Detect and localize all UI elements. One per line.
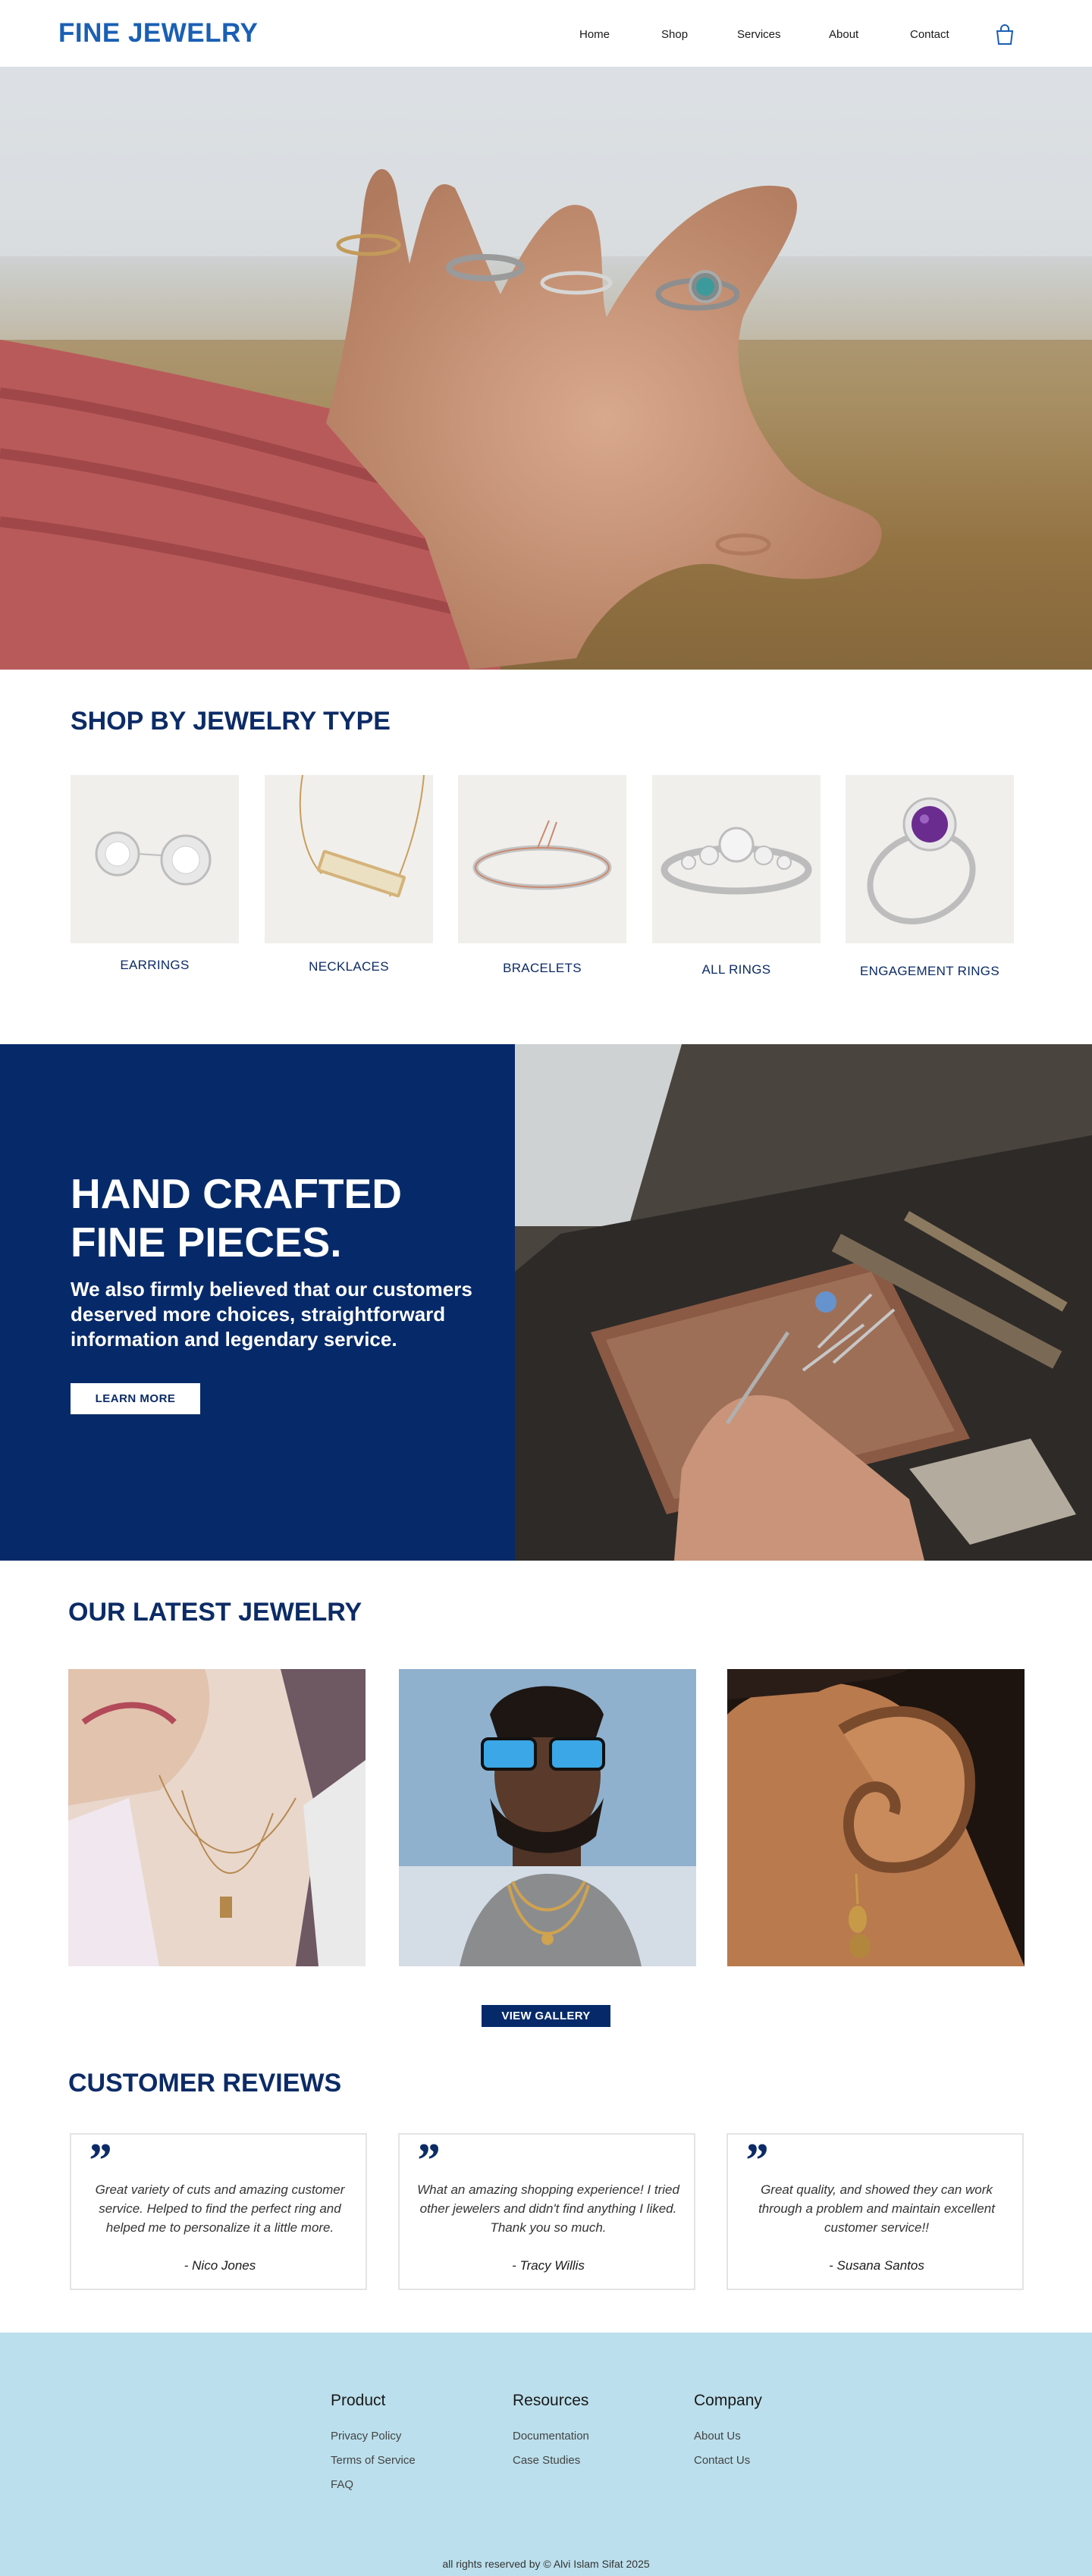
hand-crafted-heading: HAND CRAFTED FINE PIECES. (71, 1169, 402, 1266)
footer-column-resources: Resources Documentation Case Studies (513, 2392, 589, 2478)
review-text: What an amazing shopping experience! I t… (417, 2182, 679, 2235)
brand-logo[interactable]: FINE JEWELRY (58, 18, 258, 49)
type-label-earrings[interactable]: EARRINGS (71, 958, 239, 973)
footer-link-contact-us[interactable]: Contact Us (694, 2454, 762, 2467)
top-navbar: FINE JEWELRY Home Shop Services About Co… (0, 0, 1092, 67)
review-text: Great variety of cuts and amazing custom… (95, 2182, 345, 2235)
type-label-bracelets[interactable]: BRACELETS (458, 961, 626, 976)
footer-link-terms-of-service[interactable]: Terms of Service (331, 2454, 416, 2467)
review-card: ” Great variety of cuts and amazing cust… (70, 2133, 367, 2290)
footer-link-faq[interactable]: FAQ (331, 2478, 416, 2491)
earrings-image[interactable] (71, 775, 239, 943)
footer-link-case-studies[interactable]: Case Studies (513, 2454, 589, 2467)
footer-heading-company: Company (694, 2392, 762, 2409)
latest-earring-image[interactable] (727, 1669, 1025, 1966)
type-label-necklaces[interactable]: NECKLACES (265, 959, 433, 974)
view-gallery-button[interactable]: VIEW GALLERY (482, 2005, 610, 2027)
footer-heading-product: Product (331, 2392, 386, 2409)
footer-column-product: Product Privacy Policy Terms of Service … (331, 2392, 416, 2502)
hand-crafted-section: HAND CRAFTED FINE PIECES. We also firmly… (0, 1044, 1092, 1561)
quote-icon: ” (743, 2133, 767, 2187)
type-label-engagement-rings[interactable]: ENGAGEMENT RINGS (846, 964, 1014, 979)
hand-crafted-body: We also firmly believed that our custome… (71, 1278, 472, 1351)
page: FINE JEWELRY Home Shop Services About Co… (0, 0, 1092, 2576)
learn-more-button[interactable]: LEARN MORE (71, 1383, 200, 1414)
latest-jewelry-title: OUR LATEST JEWELRY (68, 1598, 362, 1627)
review-card: ” What an amazing shopping experience! I… (398, 2133, 695, 2290)
footer-column-company: Company About Us Contact Us (694, 2392, 762, 2478)
customer-reviews-title: CUSTOMER REVIEWS (68, 2069, 342, 2098)
footer-heading-resources: Resources (513, 2392, 589, 2409)
shopping-bag-icon[interactable] (995, 24, 1015, 45)
footer-link-about-us[interactable]: About Us (694, 2430, 762, 2443)
quote-icon: ” (86, 2133, 111, 2187)
nav-link-services[interactable]: Services (737, 28, 781, 41)
latest-man-chain-image[interactable] (399, 1669, 696, 1966)
all-rings-image[interactable] (652, 775, 821, 943)
latest-necklace-woman-image[interactable] (68, 1669, 366, 1966)
review-author: - Nico Jones (184, 2258, 256, 2273)
footer: Product Privacy Policy Terms of Service … (0, 2333, 1092, 2576)
quote-icon: ” (415, 2133, 439, 2187)
nav-link-shop[interactable]: Shop (661, 28, 688, 41)
engagement-rings-image[interactable] (846, 775, 1014, 943)
footer-link-documentation[interactable]: Documentation (513, 2430, 589, 2443)
review-author: - Susana Santos (829, 2258, 924, 2273)
jeweler-soldering-image (515, 1044, 1092, 1561)
shop-by-type-title: SHOP BY JEWELRY TYPE (71, 707, 391, 736)
hand-with-rings-illustration (0, 67, 1092, 670)
review-text: Great quality, and showed they can work … (758, 2182, 995, 2235)
necklaces-image[interactable] (265, 774, 433, 943)
footer-link-privacy-policy[interactable]: Privacy Policy (331, 2430, 416, 2443)
hand-crafted-heading-line1: HAND CRAFTED (71, 1170, 402, 1217)
hand-crafted-heading-line2: FINE PIECES. (71, 1219, 342, 1266)
hero-image (0, 67, 1092, 670)
copyright-text: all rights reserved by © Alvi Islam Sifa… (442, 2558, 650, 2570)
nav-link-about[interactable]: About (829, 28, 858, 41)
nav-link-contact[interactable]: Contact (910, 28, 949, 41)
type-label-all-rings[interactable]: ALL RINGS (652, 962, 821, 977)
review-author: - Tracy Willis (512, 2258, 585, 2273)
hand-crafted-panel: HAND CRAFTED FINE PIECES. We also firmly… (0, 1044, 515, 1561)
review-card: ” Great quality, and showed they can wor… (726, 2133, 1024, 2290)
nav-link-home[interactable]: Home (579, 28, 610, 41)
bracelets-image[interactable] (458, 775, 626, 943)
